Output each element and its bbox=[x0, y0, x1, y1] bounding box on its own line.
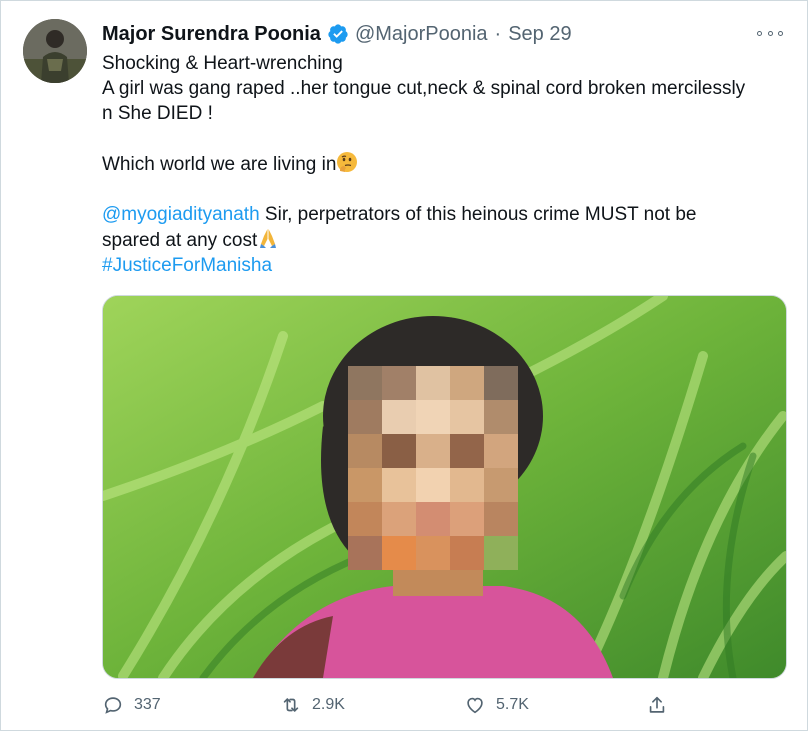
mention-link[interactable]: @myogiadityanath bbox=[102, 204, 260, 225]
folded-hands-emoji bbox=[257, 227, 279, 249]
retweet-count: 2.9K bbox=[312, 696, 345, 713]
reply-icon bbox=[104, 697, 122, 714]
retweet-button[interactable]: 2.9K bbox=[280, 691, 345, 719]
like-icon bbox=[467, 697, 483, 714]
tweet-date[interactable]: Sep 29 bbox=[508, 23, 571, 46]
tweet-line-text: Which world we are living in bbox=[102, 154, 337, 175]
hashtag-link[interactable]: #JusticeForManisha bbox=[102, 255, 272, 276]
tweet-line: A girl was gang raped ..her tongue cut,n… bbox=[102, 78, 746, 99]
share-icon bbox=[649, 696, 665, 713]
tweet-text: Shocking & Heart-wrenching A girl was ga… bbox=[102, 51, 792, 278]
retweet-icon bbox=[283, 698, 299, 712]
author-name[interactable]: Major Surendra Poonia bbox=[102, 23, 321, 46]
tweet-photo[interactable] bbox=[102, 295, 787, 679]
reply-button[interactable]: 337 bbox=[102, 691, 161, 719]
tweet-line: #JusticeForManisha bbox=[102, 253, 792, 278]
thinking-face-emoji bbox=[336, 151, 358, 173]
tweet-line-text: spared at any cost bbox=[102, 230, 258, 251]
tweet-line: Shocking & Heart-wrenching bbox=[102, 53, 343, 74]
tweet-actions: 337 2.9K 5.7K bbox=[102, 691, 682, 719]
tweet-line: n She DIED ! bbox=[102, 103, 213, 124]
avatar[interactable] bbox=[23, 19, 87, 83]
like-count: 5.7K bbox=[496, 696, 529, 713]
tweet-line: spared at any cost bbox=[102, 227, 792, 253]
tweet-card[interactable]: Major Surendra Poonia @MajorPoonia · Sep… bbox=[0, 0, 808, 731]
reply-count: 337 bbox=[134, 696, 161, 713]
separator-dot: · bbox=[494, 22, 502, 45]
verified-badge-icon bbox=[327, 23, 349, 45]
tweet-line-text: Sir, perpetrators of this heinous crime … bbox=[259, 204, 697, 225]
tweet-header: Major Surendra Poonia @MajorPoonia · Sep… bbox=[102, 19, 572, 49]
like-button[interactable]: 5.7K bbox=[464, 691, 529, 719]
more-options-icon[interactable] bbox=[757, 23, 783, 43]
tweet-line: @myogiadityanath Sir, perpetrators of th… bbox=[102, 202, 792, 227]
tweet-line: Which world we are living in bbox=[102, 151, 792, 177]
share-button[interactable] bbox=[646, 691, 678, 719]
author-handle[interactable]: @MajorPoonia bbox=[355, 23, 488, 46]
